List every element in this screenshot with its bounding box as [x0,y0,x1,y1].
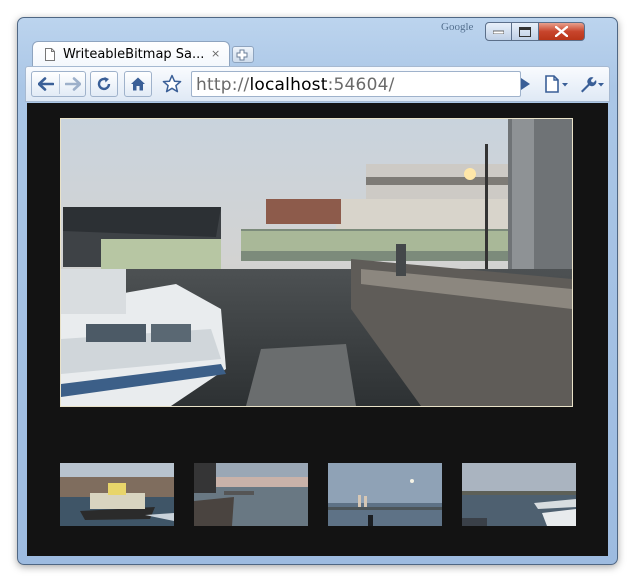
ferry-thumbnail-image [60,463,174,526]
maximize-icon [519,26,531,37]
navigation-toolbar: http://localhost:54604/ [25,66,610,102]
pier-thumbnail-image [194,463,308,526]
window-controls [485,22,585,41]
play-icon [521,78,530,90]
browser-window: Google WriteableBitmap Sa... × http://lo… [17,17,618,565]
go-button[interactable] [518,76,536,94]
tab-title: WriteableBitmap Sa... [63,47,205,62]
main-photo[interactable] [60,118,573,407]
thumbnail-4[interactable] [462,463,576,526]
plus-icon [236,49,248,61]
home-icon [131,77,145,91]
url-scheme: http:// [196,75,250,95]
harbor-moon-thumbnail-image [328,463,442,526]
google-label: Google [441,21,474,33]
url-text: http://localhost:54604/ [196,75,395,95]
star-icon [162,74,182,93]
boats-thumbnail-image [462,463,576,526]
bookmark-star-button[interactable] [162,74,184,96]
page-menu-button[interactable] [543,73,573,95]
page-icon [45,48,55,61]
close-icon [555,26,568,37]
maximize-button[interactable] [512,22,539,41]
minimize-icon [493,30,504,34]
back-arrow-icon[interactable] [38,77,54,91]
separator [59,74,60,94]
page-content [27,103,608,556]
reload-button[interactable] [90,71,118,97]
address-bar[interactable]: http://localhost:54604/ [191,71,521,97]
tab-close-button[interactable]: × [211,47,220,60]
home-button[interactable] [124,71,152,97]
reload-icon [97,77,111,91]
page-menu-icon [545,75,568,93]
tools-menu-button[interactable] [578,73,608,95]
wrench-icon [581,77,604,93]
harbor-photo-image [61,119,572,406]
thumbnail-3[interactable] [328,463,442,526]
minimize-button[interactable] [485,22,512,41]
close-window-button[interactable] [539,22,585,41]
back-forward-group [31,71,86,97]
forward-arrow-icon[interactable] [65,77,81,91]
thumbnail-1[interactable] [60,463,174,526]
url-host: localhost [249,75,328,95]
new-tab-button[interactable] [232,46,254,63]
url-port-path: :54604/ [327,75,395,95]
browser-tab[interactable]: WriteableBitmap Sa... × [32,41,230,68]
thumbnail-2[interactable] [194,463,308,526]
